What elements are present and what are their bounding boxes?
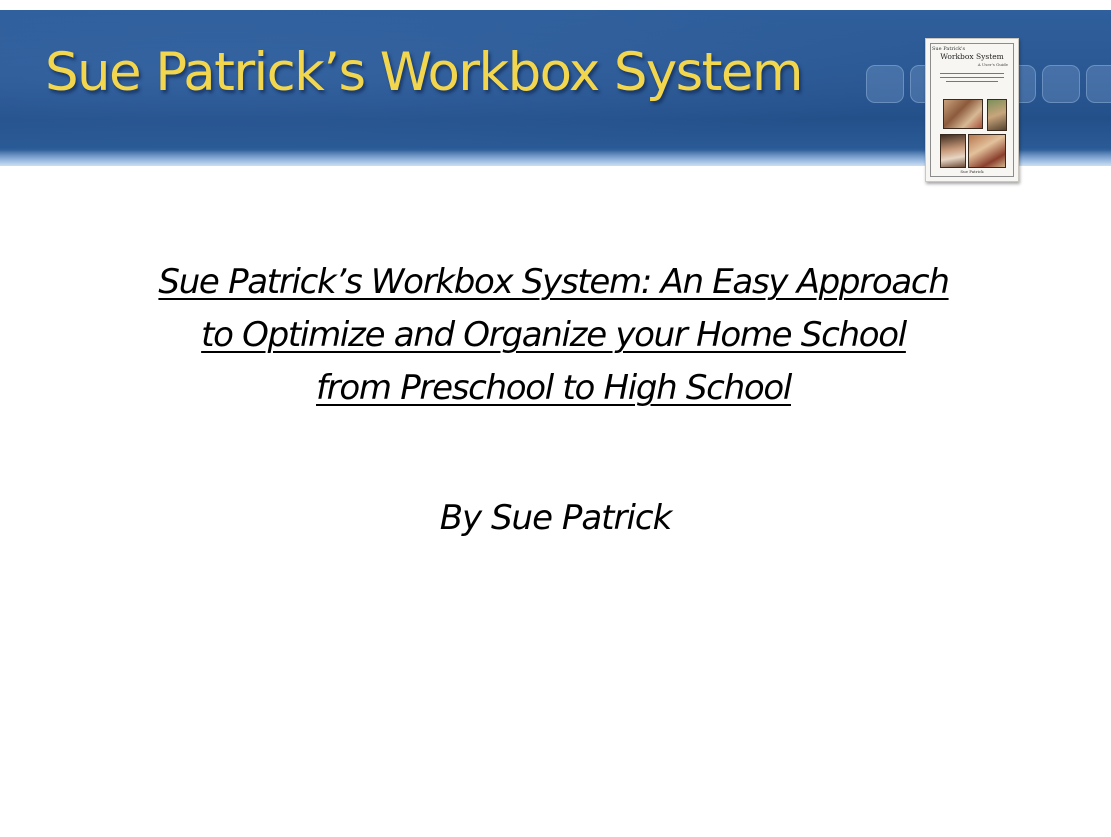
decorative-square	[866, 65, 904, 103]
cover-title: Workbox System	[940, 52, 1004, 61]
cover-blurb-line	[940, 73, 1004, 74]
decorative-square	[1042, 65, 1080, 103]
book-title-line: from Preschool to High School	[316, 368, 792, 408]
byline: By Sue Patrick	[439, 498, 673, 538]
book-title-line: to Optimize and Organize your Home Schoo…	[201, 315, 907, 355]
slide-title: Sue Patrick’s Workbox System	[45, 42, 803, 103]
top-edge	[0, 0, 1111, 10]
slide: Sue Patrick’s Workbox System Sue Patrick…	[0, 0, 1111, 837]
decorative-square	[1086, 65, 1111, 103]
book-cover-image: Sue Patrick's Workbox System A User's Gu…	[925, 38, 1019, 182]
book-full-title: Sue Patrick’s Workbox System: An Easy Ap…	[66, 256, 1041, 415]
cover-author-bottom: Sue Patrick	[960, 169, 984, 174]
cover-photo	[943, 99, 983, 129]
cover-blurb-line	[940, 77, 1004, 78]
cover-photo	[987, 99, 1007, 131]
cover-blurb-lines	[940, 73, 1004, 85]
cover-photo	[968, 134, 1006, 168]
cover-subtitle: A User's Guide	[977, 62, 1008, 67]
cover-blurb-line	[946, 81, 998, 82]
book-title-line: Sue Patrick’s Workbox System: An Easy Ap…	[158, 262, 949, 302]
cover-photo	[940, 134, 966, 168]
